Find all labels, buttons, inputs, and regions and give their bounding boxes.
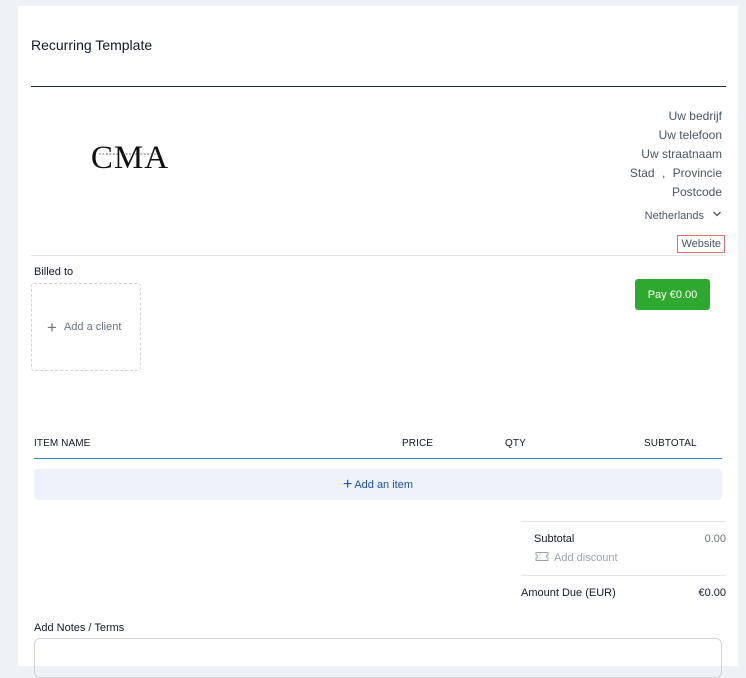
page-title: Recurring Template	[31, 37, 153, 53]
invoice-card: Recurring Template CMA CARREA MEDIA AGEN…	[18, 6, 738, 678]
subtotal-value: 0.00	[704, 533, 726, 545]
notes-label: Add Notes / Terms	[34, 622, 125, 634]
chevron-down-icon	[712, 209, 722, 222]
ticket-icon	[535, 551, 549, 565]
company-postcode-field[interactable]: Postcode	[672, 185, 722, 199]
add-client-label: Add a client	[63, 321, 122, 333]
add-discount-label: Add discount	[554, 552, 618, 564]
amount-due-label: Amount Due (EUR)	[521, 587, 616, 599]
company-city-field[interactable]: Stad	[630, 166, 655, 180]
pay-button[interactable]: Pay €0.00	[635, 279, 710, 310]
logo-tagline: CARREA MEDIA AGENCY	[99, 152, 161, 156]
column-header-item-name: ITEM NAME	[34, 438, 91, 449]
column-header-subtotal: SUBTOTAL	[644, 438, 697, 449]
plus-icon: +	[47, 317, 57, 337]
company-city-row: Stad , Provincie	[630, 166, 722, 180]
billed-to-label: Billed to	[34, 266, 74, 278]
company-province-field[interactable]: Provincie	[673, 166, 722, 180]
company-name-field[interactable]: Uw bedrijf	[669, 109, 722, 123]
add-client-button[interactable]: + Add a client	[31, 283, 141, 371]
add-item-label: Add an item	[354, 478, 414, 491]
subtotal-label: Subtotal	[534, 533, 575, 545]
company-website-field[interactable]: Website	[677, 235, 725, 253]
logo-text: CMA	[91, 140, 169, 172]
column-header-qty: QTY	[505, 438, 526, 449]
company-logo[interactable]: CMA CARREA MEDIA AGENCY	[89, 136, 171, 176]
totals-divider	[521, 521, 726, 522]
add-discount-button[interactable]: Add discount	[535, 551, 618, 565]
column-header-price: PRICE	[402, 438, 434, 449]
country-value: Netherlands	[644, 209, 704, 222]
table-header-divider	[34, 458, 722, 459]
notes-textarea[interactable]	[34, 638, 722, 678]
header-divider	[31, 255, 726, 256]
company-street-field[interactable]: Uw straatnaam	[641, 147, 722, 161]
amount-due-value: €0.00	[698, 587, 726, 599]
city-separator: ,	[661, 166, 666, 180]
amount-due-divider	[521, 575, 726, 576]
plus-icon: +	[342, 476, 353, 493]
title-divider	[31, 86, 726, 87]
add-item-button[interactable]: + Add an item	[34, 469, 722, 500]
country-select[interactable]: Netherlands	[645, 209, 722, 222]
company-phone-field[interactable]: Uw telefoon	[659, 128, 722, 142]
